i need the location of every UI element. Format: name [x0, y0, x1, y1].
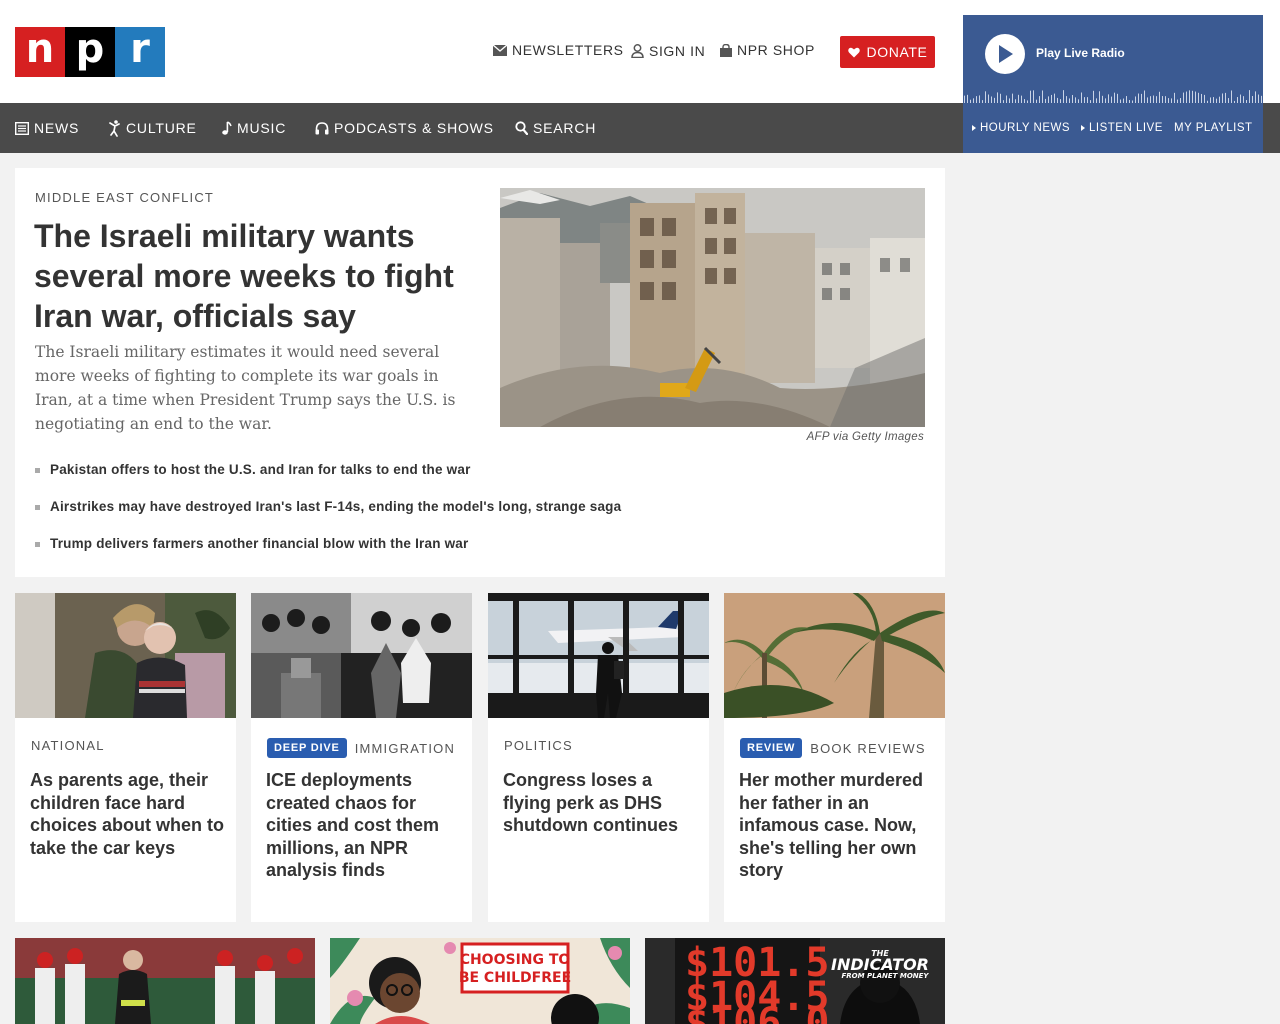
nav-podcasts-label: PODCASTS & SHOWS [334, 120, 494, 136]
story-image [15, 593, 236, 718]
card-section-label[interactable]: POLITICS [504, 738, 573, 753]
music-note-icon [222, 121, 232, 135]
npr-logo[interactable]: n p r [15, 27, 165, 77]
card-section-label[interactable]: BOOK REVIEWS [810, 741, 926, 756]
nav-culture-label: CULTURE [126, 120, 197, 136]
card-headline[interactable]: As parents age, their children face hard… [30, 769, 225, 859]
my-playlist-link[interactable]: MY PLAYLIST [1174, 122, 1253, 134]
nav-podcasts-shows[interactable]: PODCASTS & SHOWS [315, 103, 494, 153]
audio-waveform [964, 90, 1262, 103]
caret-right-icon [1081, 125, 1085, 131]
story-image [488, 593, 709, 718]
nav-news[interactable]: NEWS [15, 103, 79, 153]
card-headline[interactable]: Her mother murdered her father in an inf… [739, 769, 934, 882]
player-links: HOURLY NEWS LISTEN LIVE MY PLAYLIST [963, 119, 1263, 137]
npr-shop-link[interactable]: NPR SHOP [720, 42, 815, 58]
story-image-baseball[interactable] [15, 938, 315, 1024]
live-radio-player: Play Live Radio HOURLY NEWS LISTEN LIVE … [963, 15, 1263, 153]
mother-and-son-photo [15, 593, 236, 718]
childfree-title-line2: BE CHILDFREE [459, 970, 571, 986]
nav-music[interactable]: MUSIC [222, 103, 286, 153]
listen-live-label: LISTEN LIVE [1089, 122, 1163, 134]
deep-dive-badge: DEEP DIVE [267, 738, 347, 758]
donate-label: DONATE [866, 44, 928, 60]
ice-collage-photo [251, 593, 472, 718]
search-icon [515, 121, 528, 135]
card-headline[interactable]: ICE deployments created chaos for cities… [266, 769, 461, 882]
related-story[interactable]: Airstrikes may have destroyed Iran's las… [35, 499, 915, 536]
card-meta: REVIEW BOOK REVIEWS [740, 738, 926, 758]
play-live-radio-label[interactable]: Play Live Radio [1036, 46, 1125, 60]
palm-trees-photo [724, 593, 945, 718]
card-meta: DEEP DIVE IMMIGRATION [267, 738, 455, 758]
image-credit: AFP via Getty Images [806, 431, 924, 443]
card-headline[interactable]: Congress loses a flying perk as DHS shut… [503, 769, 698, 837]
logo-letter-n: n [15, 27, 65, 77]
story-card[interactable]: REVIEW BOOK REVIEWS Her mother murdered … [724, 593, 945, 922]
story-image-indicator[interactable]: $101.5 $104.5 $106.0 THE INDICATOR FROM … [645, 938, 945, 1024]
baseball-players-photo [15, 938, 315, 1024]
npr-shop-label: NPR SHOP [737, 42, 815, 58]
user-icon [631, 44, 644, 58]
nav-news-label: NEWS [34, 120, 80, 136]
play-button[interactable] [985, 34, 1025, 74]
card-meta: NATIONAL [31, 738, 105, 753]
newsletters-label: NEWSLETTERS [512, 42, 624, 58]
play-icon [999, 45, 1013, 63]
airport-window-photo [488, 593, 709, 718]
envelope-icon [493, 44, 507, 56]
card-section-label[interactable]: NATIONAL [31, 738, 105, 753]
shopping-bag-icon [720, 43, 732, 57]
price-ticker-3: $106.0 [685, 1000, 830, 1024]
nav-search-label: SEARCH [533, 120, 597, 136]
childfree-title-line1: CHOOSING TO [460, 952, 571, 968]
logo-letter-p: p [65, 27, 115, 77]
hourly-news-label: HOURLY NEWS [980, 122, 1071, 134]
story-card[interactable]: NATIONAL As parents age, their children … [15, 593, 236, 922]
newsletters-link[interactable]: NEWSLETTERS [493, 42, 624, 58]
lead-teaser: The Israeli military estimates it would … [35, 343, 456, 433]
logo-letter-r: r [115, 27, 165, 77]
card-section-label[interactable]: IMMIGRATION [355, 741, 455, 756]
review-badge: REVIEW [740, 738, 803, 758]
sign-in-link[interactable]: SIGN IN [631, 43, 705, 59]
listen-live-link[interactable]: LISTEN LIVE [1081, 122, 1163, 134]
donate-button[interactable]: DONATE [840, 36, 935, 68]
story-image [251, 593, 472, 718]
hourly-news-link[interactable]: HOURLY NEWS [972, 122, 1070, 134]
heart-icon [847, 47, 860, 57]
nav-music-label: MUSIC [237, 120, 287, 136]
story-image-childfree[interactable]: CHOOSING TO BE CHILDFREE [330, 938, 630, 1024]
nav-culture[interactable]: CULTURE [108, 103, 197, 153]
story-card[interactable]: POLITICS Congress loses a flying perk as… [488, 593, 709, 922]
related-story[interactable]: Pakistan offers to host the U.S. and Ira… [35, 462, 915, 499]
lead-story-card: MIDDLE EAST CONFLICT The Israeli militar… [15, 168, 945, 577]
indicator-planet-money: FROM PLANET MONEY [841, 972, 929, 980]
story-image [724, 593, 945, 718]
gas-price-sign-photo: $101.5 $104.5 $106.0 THE INDICATOR FROM … [645, 938, 945, 1024]
damaged-building-photo [500, 188, 925, 427]
news-icon [15, 121, 29, 135]
related-story[interactable]: Trump delivers farmers another financial… [35, 536, 915, 573]
related-stories-list: Pakistan offers to host the U.S. and Ira… [35, 462, 915, 573]
nav-search[interactable]: SEARCH [515, 103, 596, 153]
headphones-icon [315, 121, 329, 134]
lead-headline[interactable]: The Israeli military wants several more … [34, 216, 474, 336]
lead-image[interactable] [500, 188, 925, 427]
caret-right-icon [972, 125, 976, 131]
story-card[interactable]: DEEP DIVE IMMIGRATION ICE deployments cr… [251, 593, 472, 922]
dancer-icon [109, 119, 120, 137]
childfree-illustration: CHOOSING TO BE CHILDFREE [330, 938, 630, 1024]
lead-section-label[interactable]: MIDDLE EAST CONFLICT [35, 190, 214, 205]
sign-in-label: SIGN IN [649, 43, 706, 59]
card-meta: POLITICS [504, 738, 573, 753]
